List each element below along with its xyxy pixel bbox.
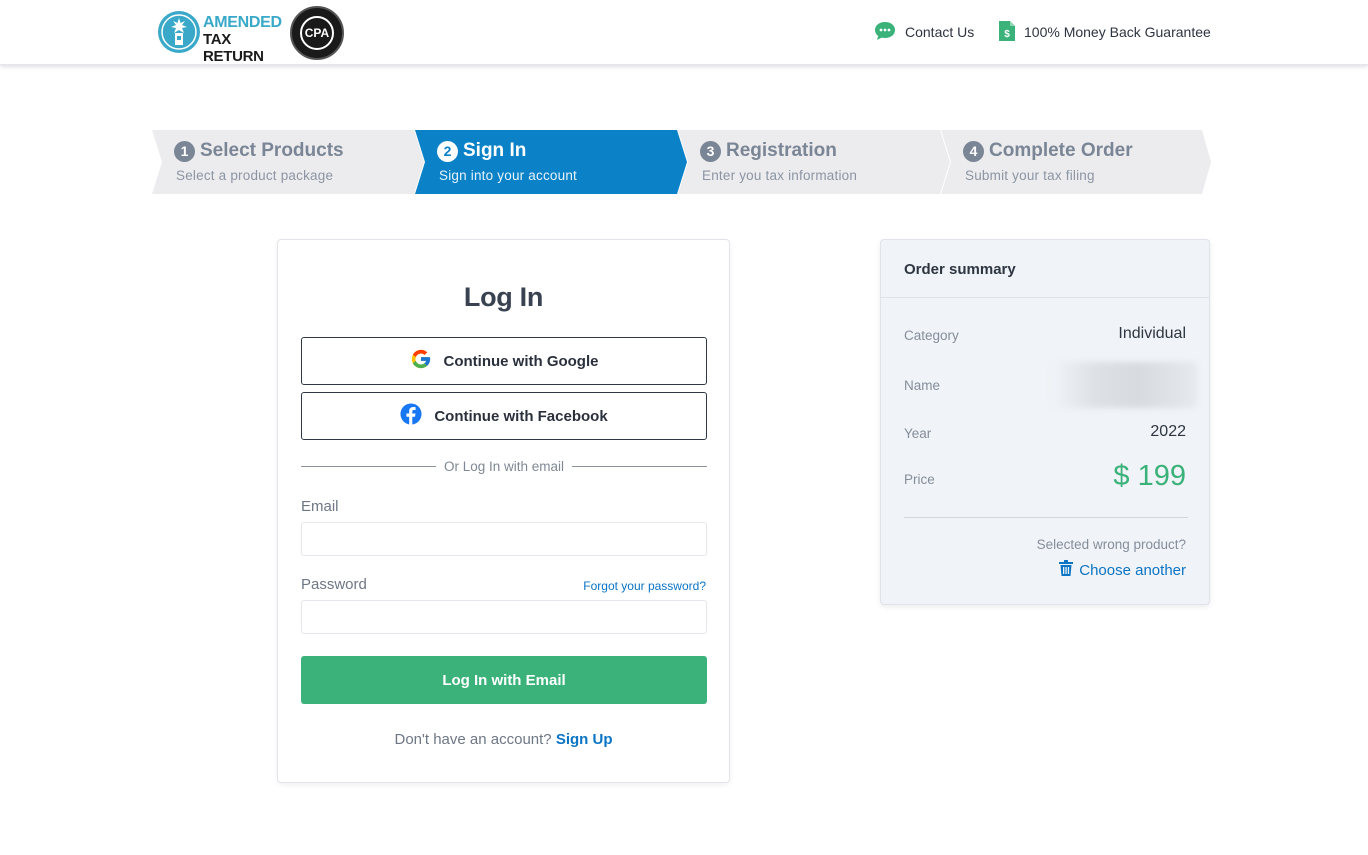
step-number-badge: 1 bbox=[174, 140, 195, 162]
statue-of-liberty-icon bbox=[158, 11, 200, 53]
year-label: Year bbox=[904, 426, 932, 441]
facebook-icon bbox=[400, 403, 422, 429]
step-complete-order[interactable]: 4 Complete Order Submit your tax filing bbox=[941, 130, 1212, 194]
step-subtitle: Sign into your account bbox=[439, 168, 577, 183]
step-number-badge: 4 bbox=[963, 140, 984, 162]
google-icon bbox=[410, 348, 432, 374]
cpa-badge-text: CPA bbox=[300, 16, 334, 50]
category-value: Individual bbox=[1118, 325, 1186, 342]
summary-divider bbox=[904, 517, 1188, 518]
name-label: Name bbox=[904, 378, 941, 393]
signup-row: Don't have an account? Sign Up bbox=[278, 731, 729, 748]
continue-with-google-button[interactable]: Continue with Google bbox=[301, 337, 707, 385]
step-title: Registration bbox=[726, 140, 837, 161]
step-subtitle: Select a product package bbox=[176, 168, 334, 183]
svg-text:$: $ bbox=[1004, 29, 1010, 40]
checkout-steps: 1 Select Products Select a product packa… bbox=[152, 130, 1212, 194]
cpa-badge: CPA bbox=[290, 6, 344, 60]
password-label: Password bbox=[301, 576, 367, 593]
logo-text-tax-return: TAX RETURN bbox=[203, 31, 264, 65]
wrong-product-text: Selected wrong product? bbox=[1036, 537, 1186, 552]
continue-with-facebook-label: Continue with Facebook bbox=[434, 407, 608, 425]
email-input[interactable] bbox=[301, 522, 707, 556]
logo-text-amended: AMENDED bbox=[203, 14, 282, 31]
step-subtitle: Enter you tax information bbox=[702, 168, 858, 183]
sign-up-link[interactable]: Sign Up bbox=[556, 731, 613, 748]
price-label: Price bbox=[904, 472, 935, 487]
login-title: Log In bbox=[463, 282, 544, 312]
category-label: Category bbox=[904, 328, 959, 343]
amended-tax-return-logo[interactable]: AMENDED TAX RETURN bbox=[158, 10, 282, 65]
step-title: Select Products bbox=[200, 140, 344, 161]
email-divider: Or Log In with email bbox=[301, 458, 707, 474]
signup-prompt: Don't have an account? bbox=[394, 731, 552, 748]
contact-us-link[interactable]: Contact Us bbox=[873, 21, 974, 43]
forgot-password-link[interactable]: Forgot your password? bbox=[583, 579, 706, 593]
step-sign-in[interactable]: 2 Sign In Sign into your account bbox=[415, 130, 687, 194]
choose-another-link[interactable]: Choose another bbox=[1059, 560, 1186, 580]
step-number-badge: 3 bbox=[700, 140, 721, 162]
continue-with-facebook-button[interactable]: Continue with Facebook bbox=[301, 392, 707, 440]
choose-another-label: Choose another bbox=[1079, 561, 1186, 579]
order-summary-header: Order summary bbox=[881, 240, 1209, 298]
continue-with-google-label: Continue with Google bbox=[443, 352, 599, 370]
price-value: $ 199 bbox=[1113, 460, 1186, 492]
step-title: Sign In bbox=[463, 140, 527, 161]
name-value-redacted bbox=[1052, 362, 1197, 408]
step-registration[interactable]: 3 Registration Enter you tax information bbox=[678, 130, 950, 194]
trash-icon bbox=[1059, 560, 1074, 580]
money-back-guarantee-link[interactable]: $ 100% Money Back Guarantee bbox=[998, 20, 1211, 45]
step-title: Complete Order bbox=[989, 140, 1133, 161]
order-summary-title: Order summary bbox=[904, 261, 1016, 278]
year-value: 2022 bbox=[1150, 423, 1186, 440]
step-select-products[interactable]: 1 Select Products Select a product packa… bbox=[152, 130, 424, 194]
divider-text: Or Log In with email bbox=[443, 458, 565, 474]
order-summary-panel: Order summary Category Individual Name Y… bbox=[880, 239, 1210, 605]
site-header: AMENDED TAX RETURN CPA Contact Us $ 100%… bbox=[0, 0, 1368, 65]
password-input[interactable] bbox=[301, 600, 707, 634]
email-label: Email bbox=[301, 498, 339, 515]
step-number-badge: 2 bbox=[437, 140, 458, 162]
contact-us-label: Contact Us bbox=[905, 24, 975, 40]
step-subtitle: Submit your tax filing bbox=[965, 168, 1095, 183]
dollar-document-icon: $ bbox=[998, 20, 1016, 45]
money-back-guarantee-label: 100% Money Back Guarantee bbox=[1024, 24, 1211, 40]
chat-bubble-icon bbox=[873, 20, 897, 45]
login-card: Log In Continue with Google Continue wit… bbox=[277, 239, 730, 783]
log-in-with-email-button[interactable]: Log In with Email bbox=[301, 656, 707, 704]
